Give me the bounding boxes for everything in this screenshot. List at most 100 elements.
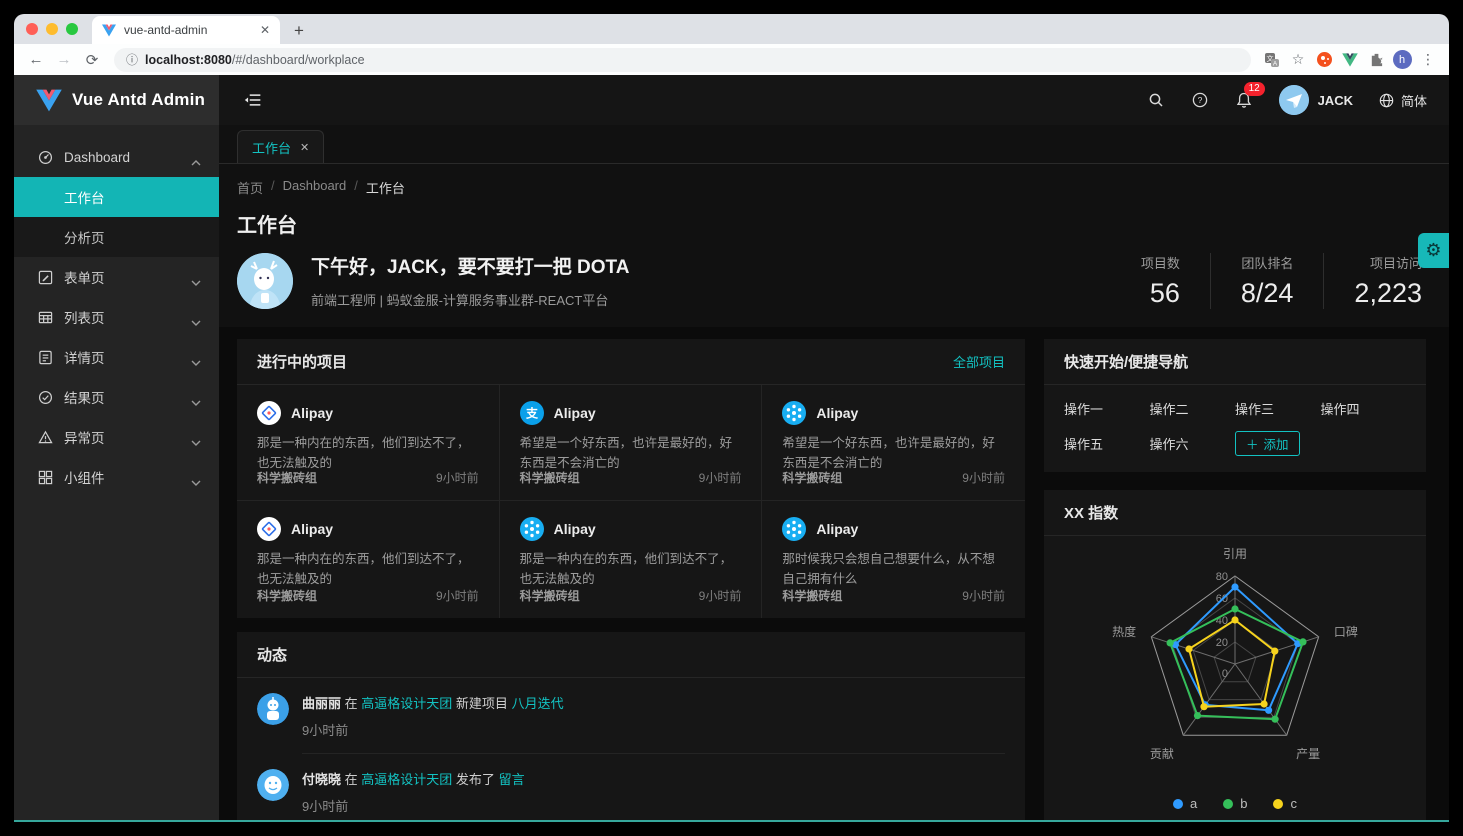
sidebar-item-6[interactable]: 小组件 xyxy=(14,457,219,497)
svg-text:支: 支 xyxy=(525,406,539,421)
new-tab-button[interactable]: + xyxy=(286,18,312,44)
project-updated-time: 9小时前 xyxy=(962,587,1005,604)
legend-item-b[interactable]: b xyxy=(1223,796,1247,811)
chevron-down-icon xyxy=(191,434,201,440)
project-name[interactable]: Alipay xyxy=(291,405,333,421)
sidebar-subitem-分析页[interactable]: 分析页 xyxy=(14,217,219,257)
breadcrumb: 首页 / Dashboard / 工作台 xyxy=(237,178,1426,197)
project-group-link[interactable]: 科学搬砖组 xyxy=(257,469,317,486)
page-header: 首页 / Dashboard / 工作台 工作台 xyxy=(219,164,1449,327)
url-text[interactable]: localhost:8080/#/dashboard/workplace xyxy=(145,53,365,67)
bookmark-star-icon[interactable]: ☆ xyxy=(1287,49,1309,71)
legend-label: c xyxy=(1290,796,1297,811)
project-card-1[interactable]: 支Alipay希望是一个好东西，也许是最好的，好东西是不会消亡的科学搬砖组9小时… xyxy=(500,385,763,501)
alipay-logo-icon: 支 xyxy=(520,401,544,425)
svg-text:0: 0 xyxy=(1222,668,1228,680)
sidebar-item-2[interactable]: 列表页 xyxy=(14,297,219,337)
help-icon[interactable]: ? xyxy=(1191,91,1209,109)
quicknav-link-3[interactable]: 操作四 xyxy=(1321,399,1407,418)
sidebar-item-3[interactable]: 详情页 xyxy=(14,337,219,377)
settings-trigger-button[interactable]: ⚙ xyxy=(1418,233,1449,268)
browser-profile-avatar[interactable]: h xyxy=(1391,49,1413,71)
back-icon[interactable]: ← xyxy=(24,48,48,72)
project-group-link[interactable]: 科学搬砖组 xyxy=(520,469,580,486)
extension-orange-icon[interactable] xyxy=(1313,49,1335,71)
browser-menu-icon[interactable]: ⋮ xyxy=(1417,49,1439,71)
address-bar[interactable]: ⓘ localhost:8080/#/dashboard/workplace xyxy=(114,48,1251,72)
forward-icon[interactable]: → xyxy=(52,48,76,72)
project-card-0[interactable]: Alipay那是一种内在的东西，他们到达不了，也无法触及的科学搬砖组9小时前 xyxy=(237,385,500,501)
page-tab-workplace[interactable]: 工作台 ✕ xyxy=(237,130,324,163)
breadcrumb-dashboard[interactable]: Dashboard xyxy=(283,178,347,197)
vue-devtools-icon[interactable] xyxy=(1339,49,1361,71)
quicknav-link-1[interactable]: 操作二 xyxy=(1150,399,1236,418)
language-switcher[interactable]: 简体 xyxy=(1379,91,1427,110)
activity-user[interactable]: 曲丽丽 xyxy=(302,696,341,711)
all-projects-link[interactable]: 全部项目 xyxy=(953,352,1005,371)
notification-bell-icon[interactable]: 12 xyxy=(1235,91,1253,109)
sidebar-item-4[interactable]: 结果页 xyxy=(14,377,219,417)
activity-avatar xyxy=(257,769,289,801)
atom-logo-icon xyxy=(520,517,544,541)
project-group-link[interactable]: 科学搬砖组 xyxy=(782,587,842,604)
extensions-puzzle-icon[interactable] xyxy=(1365,49,1387,71)
sidebar-item-0[interactable]: Dashboard xyxy=(14,137,219,177)
project-name[interactable]: Alipay xyxy=(554,521,596,537)
menu-fold-icon[interactable] xyxy=(243,90,263,110)
project-card-2[interactable]: Alipay希望是一个好东西，也许是最好的，好东西是不会消亡的科学搬砖组9小时前 xyxy=(762,385,1025,501)
activity-object-link[interactable]: 八月迭代 xyxy=(512,696,564,711)
sidebar-item-label: 小组件 xyxy=(64,467,105,487)
minimize-window-button[interactable] xyxy=(46,23,58,35)
quicknav-link-0[interactable]: 操作一 xyxy=(1064,399,1150,418)
sidebar-item-5[interactable]: 异常页 xyxy=(14,417,219,457)
app-logo[interactable]: Vue Antd Admin xyxy=(14,75,219,125)
project-description: 希望是一个好东西，也许是最好的，好东西是不会消亡的 xyxy=(520,433,742,469)
project-card-3[interactable]: Alipay那是一种内在的东西，他们到达不了，也无法触及的科学搬砖组9小时前 xyxy=(237,501,500,618)
page-tabbar: 工作台 ✕ xyxy=(219,125,1449,164)
activity-object-link[interactable]: 留言 xyxy=(499,772,525,787)
activity-user[interactable]: 付晓晓 xyxy=(302,772,341,787)
project-name[interactable]: Alipay xyxy=(291,521,333,537)
language-label: 简体 xyxy=(1401,91,1427,110)
search-icon[interactable] xyxy=(1147,91,1165,109)
browser-tab-title: vue-antd-admin xyxy=(124,23,252,37)
project-name[interactable]: Alipay xyxy=(816,405,858,421)
quicknav-add-button[interactable]: ＋添加 xyxy=(1235,431,1300,456)
translate-icon[interactable]: 文A xyxy=(1261,49,1283,71)
quicknav-link-4[interactable]: 操作五 xyxy=(1064,434,1150,453)
chevron-up-icon xyxy=(191,154,201,160)
project-name[interactable]: Alipay xyxy=(554,405,596,421)
legend-label: b xyxy=(1240,796,1247,811)
activity-target-link[interactable]: 高逼格设计天团 xyxy=(361,772,452,787)
project-card-5[interactable]: Alipay那时候我只会想自己想要什么，从不想自己拥有什么科学搬砖组9小时前 xyxy=(762,501,1025,618)
maximize-window-button[interactable] xyxy=(66,23,78,35)
activity-word: 新建项目 xyxy=(456,696,508,711)
browser-tab[interactable]: vue-antd-admin ✕ xyxy=(92,16,280,44)
svg-text:贡献: 贡献 xyxy=(1150,746,1174,761)
page-info-icon[interactable]: ⓘ xyxy=(126,51,138,68)
sidebar-subitem-工作台[interactable]: 工作台 xyxy=(14,177,219,217)
project-group-link[interactable]: 科学搬砖组 xyxy=(782,469,842,486)
activity-target-link[interactable]: 高逼格设计天团 xyxy=(361,696,452,711)
project-group-link[interactable]: 科学搬砖组 xyxy=(257,587,317,604)
legend-item-a[interactable]: a xyxy=(1173,796,1197,811)
svg-text:引用: 引用 xyxy=(1223,547,1247,561)
close-window-button[interactable] xyxy=(26,23,38,35)
project-card-4[interactable]: Alipay那是一种内在的东西，他们到达不了，也无法触及的科学搬砖组9小时前 xyxy=(500,501,763,618)
quicknav-link-5[interactable]: 操作六 xyxy=(1150,434,1236,453)
project-updated-time: 9小时前 xyxy=(962,469,1005,486)
reload-icon[interactable]: ⟳ xyxy=(80,48,104,72)
radar-chart: 806040200引用口碑产量贡献热度 abc xyxy=(1044,536,1426,822)
page-tab-close-icon[interactable]: ✕ xyxy=(300,141,309,154)
project-name[interactable]: Alipay xyxy=(816,521,858,537)
quicknav-link-2[interactable]: 操作三 xyxy=(1235,399,1321,418)
dashboard-icon xyxy=(38,150,53,165)
svg-text:20: 20 xyxy=(1216,637,1228,649)
projects-title: 进行中的项目 xyxy=(257,351,347,372)
tab-close-icon[interactable]: ✕ xyxy=(260,24,270,36)
breadcrumb-home[interactable]: 首页 xyxy=(237,178,263,197)
project-group-link[interactable]: 科学搬砖组 xyxy=(520,587,580,604)
user-menu[interactable]: JACK xyxy=(1279,85,1353,115)
sidebar-item-1[interactable]: 表单页 xyxy=(14,257,219,297)
legend-item-c[interactable]: c xyxy=(1273,796,1297,811)
